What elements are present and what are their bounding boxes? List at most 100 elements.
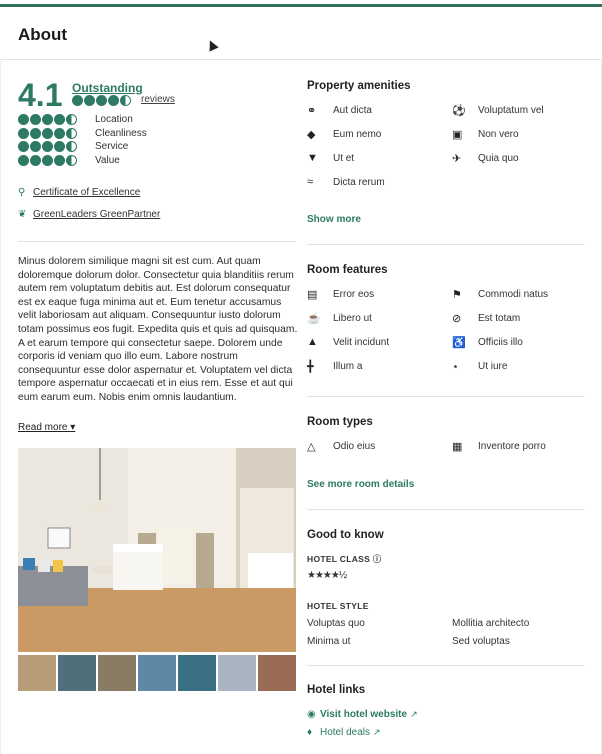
award-greenleaders[interactable]: ❦ GreenLeaders GreenPartner <box>18 209 160 220</box>
room-photo-image <box>18 448 296 652</box>
service-bell-icon: ▲ <box>307 336 318 348</box>
no-smoking-icon: ⊘ <box>452 313 462 325</box>
award-icon: ⚲ <box>18 187 26 198</box>
amenity-item: ◆ Eum nemo <box>307 129 382 141</box>
bubble-icon <box>108 95 119 106</box>
bubble-icon <box>72 95 83 106</box>
rating-word-link[interactable]: Outstanding <box>72 81 143 95</box>
room-features-title: Room features <box>307 264 388 276</box>
subrating-label: Location <box>95 114 133 126</box>
thumbnail[interactable] <box>98 655 136 691</box>
leaf-icon: ❦ <box>18 209 27 220</box>
external-link-icon: ↗ <box>410 709 418 719</box>
amenity-item: ⚭ Aut dicta <box>307 105 372 117</box>
divider <box>307 244 585 245</box>
wheelchair-icon: ♿ <box>452 337 466 349</box>
divider <box>307 665 585 666</box>
bubble-icon <box>96 95 107 106</box>
room-types-title: Room types <box>307 416 373 428</box>
tag-icon: ♦ <box>307 727 313 738</box>
amenity-item: ⚽ Voluptatum vel <box>452 105 544 117</box>
hotel-room-photo[interactable] <box>18 448 296 652</box>
visit-hotel-website-link[interactable]: ◉ Visit hotel website ↗ <box>307 709 418 720</box>
divider <box>307 396 585 397</box>
subratings: Location Cleanliness Service Value <box>18 113 147 167</box>
tent-icon: △ <box>307 441 316 453</box>
subrating-bubbles <box>18 114 86 126</box>
show-more-amenities-link[interactable]: Show more <box>307 214 361 225</box>
dumbbell-icon: ╋ <box>307 361 314 373</box>
subrating-row: Value <box>18 154 147 168</box>
amenities-title: Property amenities <box>307 80 411 92</box>
subrating-row: Service <box>18 140 147 154</box>
thumbnail[interactable] <box>58 655 96 691</box>
half-bubble-icon <box>120 95 131 106</box>
top-accent-line <box>0 4 602 7</box>
room-type-item: △ Odio eius <box>307 441 376 453</box>
rating-score: 4.1 <box>18 77 63 113</box>
hotel-style-item: Minima ut <box>307 636 351 647</box>
amenity-item: ✈ Quia quo <box>452 153 519 165</box>
hotel-class-label: HOTEL CLASS ⓘ <box>307 554 382 564</box>
amenity-item: ▼ Ut et <box>307 152 355 164</box>
photo-thumbnails <box>18 655 296 691</box>
thumbnail[interactable] <box>218 655 256 691</box>
subrating-bubbles <box>18 127 86 139</box>
amenity-item: ≈ Dicta rerum <box>307 176 385 188</box>
read-more-link[interactable]: Read more ▾ <box>18 422 82 433</box>
amenity-item: ▣ Non vero <box>452 129 519 141</box>
info-icon[interactable]: ⓘ <box>373 554 382 564</box>
bicycle-icon: ⚭ <box>307 105 317 117</box>
hotel-style-item: Voluptas quo <box>307 618 365 629</box>
divider <box>18 241 296 242</box>
bus-icon: ▣ <box>452 129 463 141</box>
bed-icon: ▤ <box>307 289 318 301</box>
divider <box>307 509 585 510</box>
good-to-know-title: Good to know <box>307 529 384 541</box>
room-feature-item: ▤ Error eos <box>307 289 375 301</box>
ball-icon: ⚽ <box>452 105 466 117</box>
external-link-icon: ↗ <box>373 727 381 737</box>
thumbnail[interactable] <box>258 655 296 691</box>
subrating-bubbles <box>18 154 86 166</box>
hotel-style-item: Mollitia architecto <box>452 618 530 629</box>
building-icon: ▦ <box>452 441 463 453</box>
room-feature-item: ▲ Velit incidunt <box>307 336 390 348</box>
thumbnail[interactable] <box>18 655 56 691</box>
hotel-style-label: HOTEL STYLE <box>307 601 369 611</box>
thumbnail[interactable] <box>138 655 176 691</box>
fish-icon: ◆ <box>307 129 316 141</box>
subrating-row: Cleanliness <box>18 127 147 141</box>
caret-down-icon: ▾ <box>70 422 76 433</box>
subrating-bubbles <box>18 141 86 153</box>
wifi-icon: ⋆ <box>452 361 459 373</box>
overall-bubble-rating <box>72 95 131 106</box>
subrating-label: Cleanliness <box>95 127 147 139</box>
flag-icon: ⚑ <box>452 289 462 301</box>
page-title: About <box>18 25 68 44</box>
subrating-label: Value <box>95 154 120 166</box>
room-feature-item: ⊘ Est totam <box>452 313 521 325</box>
hotel-class-stars: ★★★★½ <box>307 570 347 581</box>
thumbnail[interactable] <box>178 655 216 691</box>
cocktail-icon: ▼ <box>307 152 318 164</box>
room-feature-item: ⋆ Ut iure <box>452 361 508 373</box>
subrating-label: Service <box>95 141 129 153</box>
reviews-link[interactable]: reviews <box>141 94 175 105</box>
hotel-description: Minus dolorem similique magni sit est cu… <box>18 256 298 403</box>
hotel-deals-link[interactable]: ♦ Hotel deals ↗ <box>307 727 381 738</box>
room-type-item: ▦ Inventore porro <box>452 441 546 453</box>
see-more-room-details-link[interactable]: See more room details <box>307 479 414 490</box>
swim-icon: ≈ <box>307 176 314 188</box>
room-feature-item: ♿ Officiis illo <box>452 337 523 349</box>
hotel-style-item: Sed voluptas <box>452 636 510 647</box>
bubble-icon <box>84 95 95 106</box>
room-feature-item: ╋ Illum a <box>307 361 363 373</box>
room-feature-item: ☕ Libero ut <box>307 313 372 325</box>
room-feature-item: ⚑ Commodi natus <box>452 289 549 301</box>
hotel-links-title: Hotel links <box>307 684 366 696</box>
award-certificate[interactable]: ⚲ Certificate of Excellence <box>18 187 140 198</box>
coffee-icon: ☕ <box>307 313 321 325</box>
globe-icon: ◉ <box>307 709 316 720</box>
about-header: About <box>0 10 602 60</box>
